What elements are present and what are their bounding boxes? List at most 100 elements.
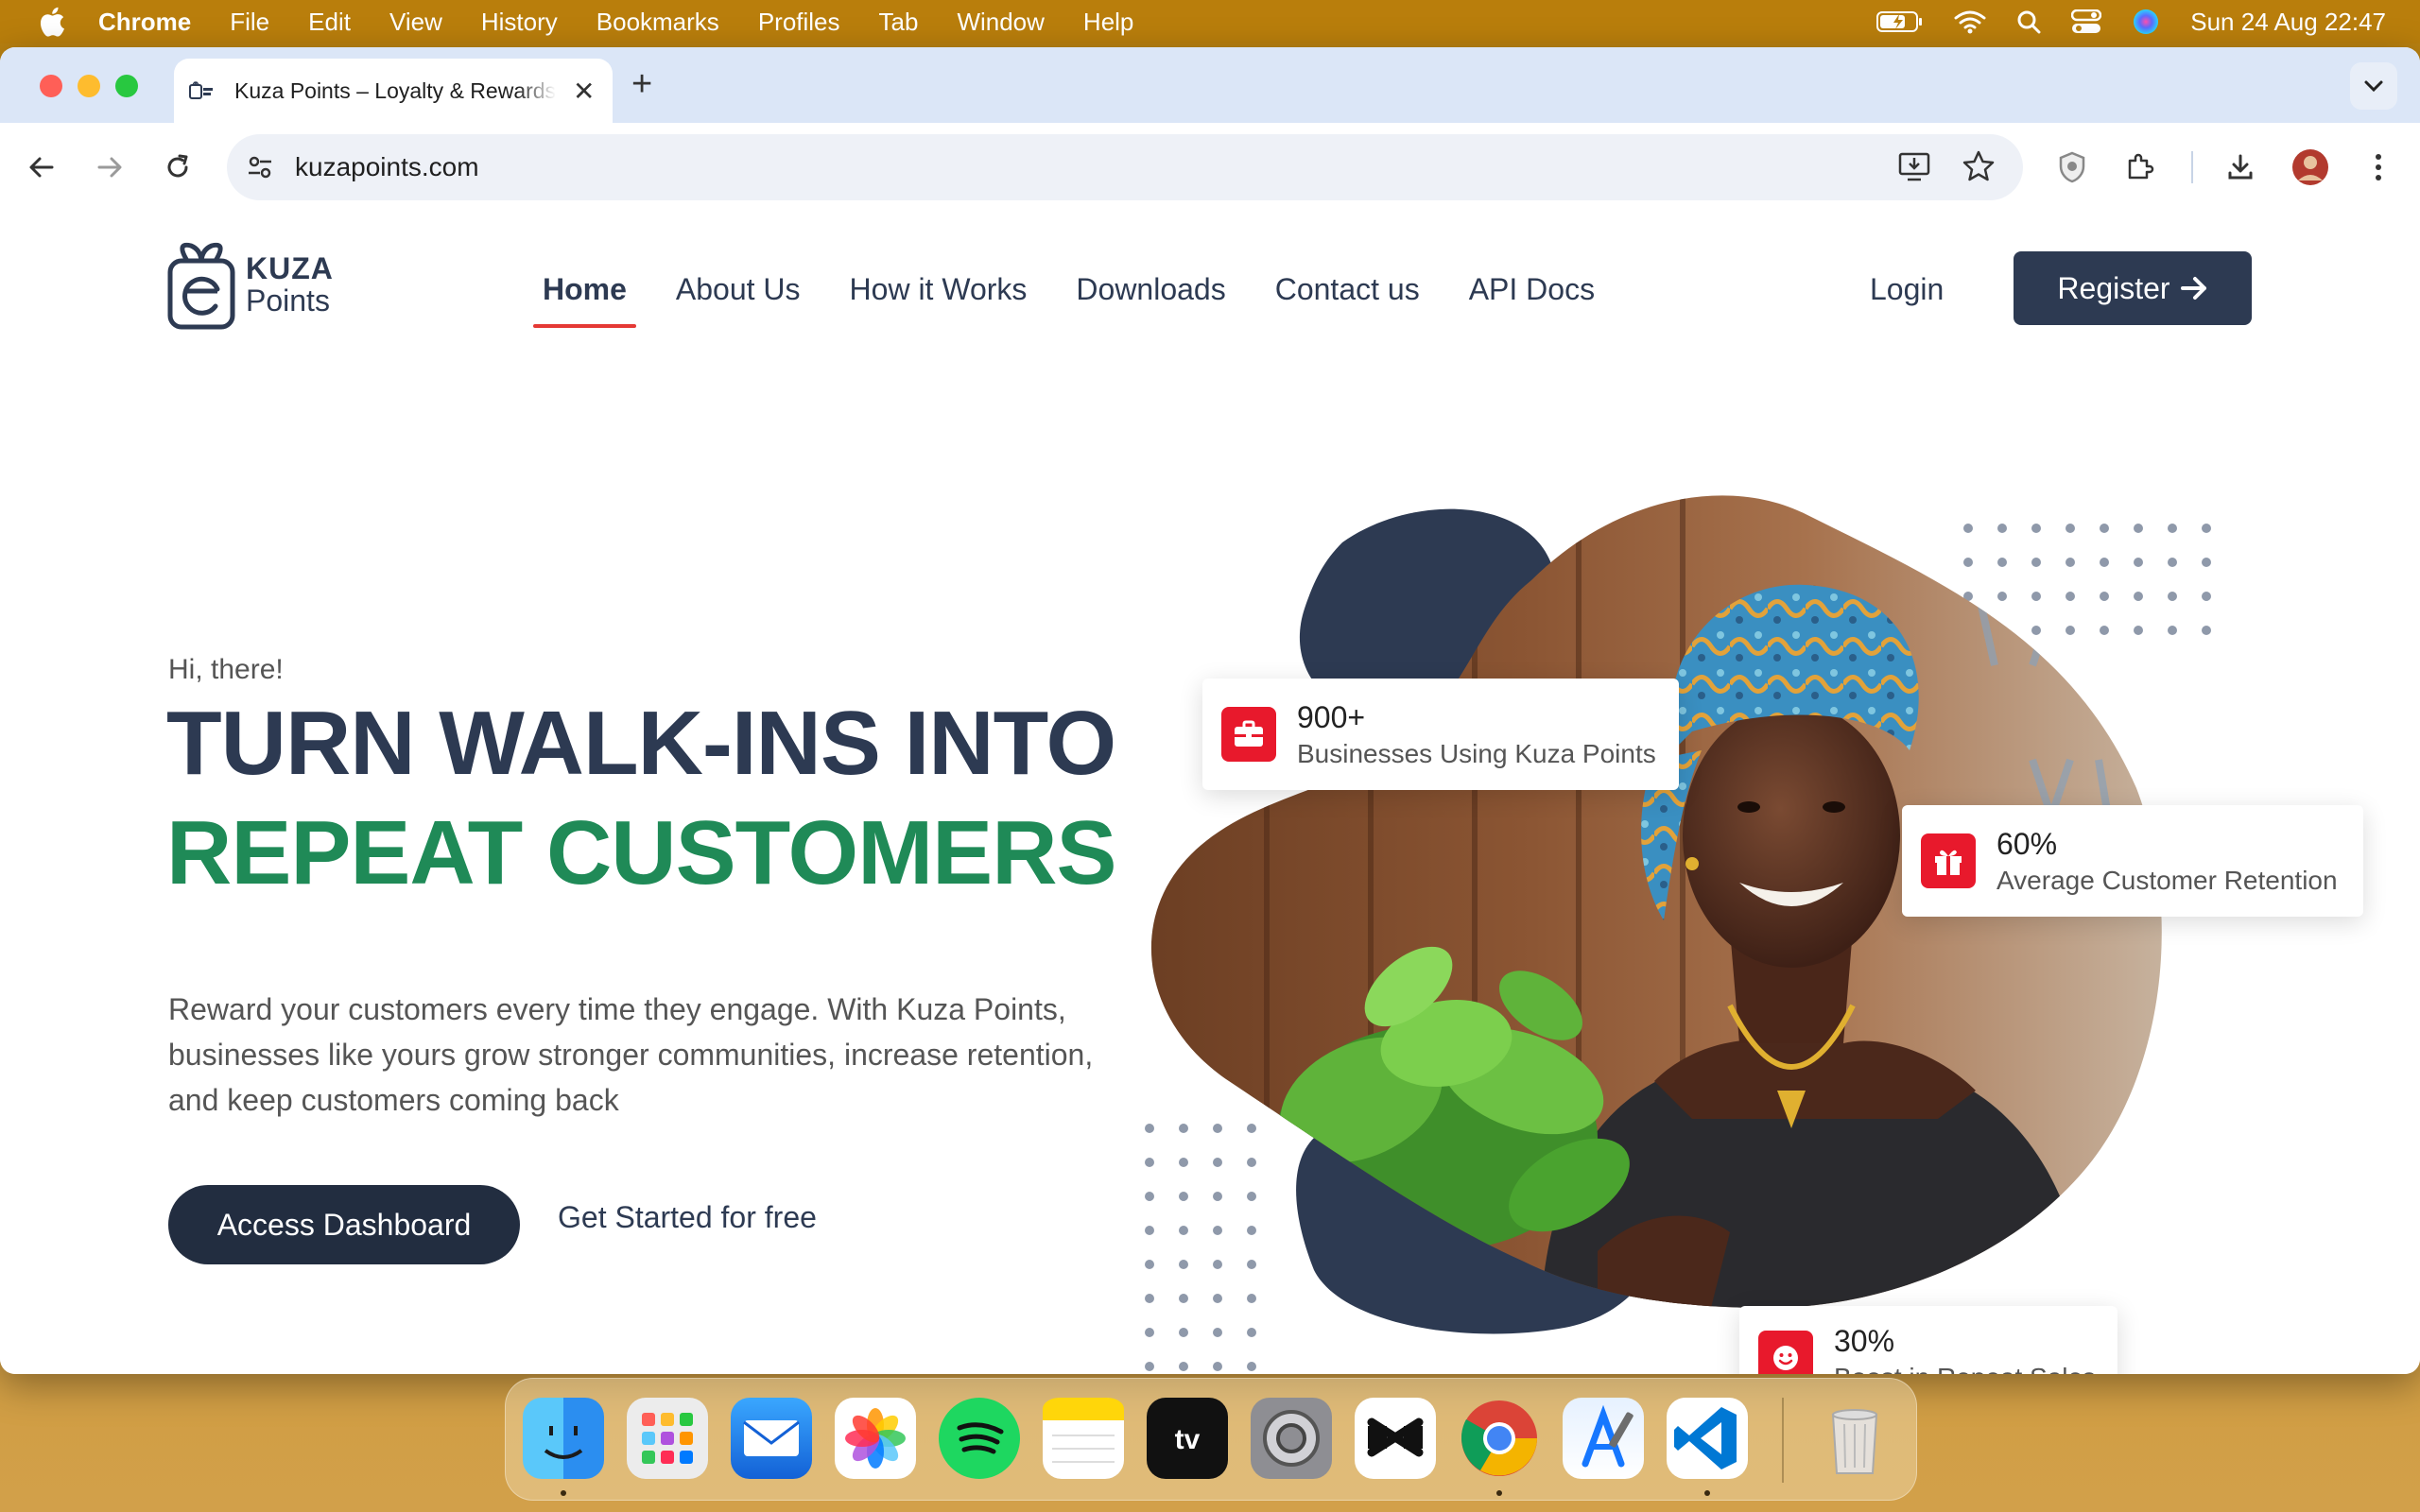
stat-label-retention: Average Customer Retention [1996, 865, 2338, 895]
headline-line-2: REPEAT CUSTOMERS [166, 802, 1117, 903]
menu-help[interactable]: Help [1083, 8, 1133, 37]
dock-finder-icon[interactable] [523, 1398, 604, 1479]
menu-bookmarks[interactable]: Bookmarks [596, 8, 719, 37]
menu-profiles[interactable]: Profiles [758, 8, 840, 37]
main-nav: Home About Us How it Works Downloads Con… [533, 272, 1595, 328]
extensions-button[interactable] [2121, 148, 2159, 186]
chrome-menu-button[interactable] [2360, 148, 2397, 186]
dock-system-settings-icon[interactable] [1251, 1398, 1332, 1479]
dock-running-indicator [1496, 1490, 1502, 1496]
dock-mail-icon[interactable] [731, 1398, 812, 1479]
stat-value-repeat-sales: 30% [1834, 1323, 1895, 1358]
hero-illustration [1145, 495, 2211, 1371]
stat-value-retention: 60% [1996, 826, 2058, 861]
dock-chrome-icon[interactable] [1459, 1398, 1540, 1479]
stat-label-repeat-sales: Boost in Repeat Sales [1834, 1363, 2096, 1375]
nav-contact-us[interactable]: Contact us [1275, 272, 1420, 307]
dock-spotify-icon[interactable] [939, 1398, 1020, 1479]
more-vertical-icon [2376, 154, 2381, 180]
apple-menu-icon[interactable] [36, 5, 66, 39]
new-tab-button[interactable]: + [631, 64, 652, 105]
dock-tv-icon[interactable]: tv [1147, 1398, 1228, 1479]
hero-headline: TURN WALK-INS INTO REPEAT CUSTOMERS [166, 689, 1117, 908]
dock-launchpad-icon[interactable] [627, 1398, 708, 1479]
register-button[interactable]: Register [2014, 251, 2252, 325]
spotlight-search-icon[interactable] [2016, 9, 2041, 34]
dock-capcut-icon[interactable] [1355, 1398, 1436, 1479]
menu-history[interactable]: History [481, 8, 558, 37]
fullscreen-window-button[interactable] [115, 75, 138, 97]
menu-edit[interactable]: Edit [308, 8, 351, 37]
hero-photo [1150, 495, 2162, 1308]
logo-text-points: Points [246, 284, 330, 318]
nav-about-us[interactable]: About Us [676, 272, 801, 307]
gift-logo-icon [167, 242, 235, 330]
dock-photos-icon[interactable] [835, 1398, 916, 1479]
arrow-left-icon [29, 157, 54, 178]
puzzle-icon [2128, 153, 2154, 180]
siri-icon[interactable] [2132, 8, 2160, 36]
stat-label-businesses: Businesses Using Kuza Points [1297, 738, 1656, 768]
kuza-logo[interactable]: KUZA Points [166, 240, 334, 331]
briefcase-icon [1221, 707, 1276, 762]
chevron-down-icon [2364, 80, 2383, 93]
hero-greeting: Hi, there! [168, 654, 284, 685]
menu-file[interactable]: File [230, 8, 269, 37]
forward-button[interactable] [91, 148, 129, 186]
downloads-button[interactable] [2221, 148, 2259, 186]
dock-trash-icon[interactable] [1814, 1398, 1895, 1479]
menu-view[interactable]: View [389, 8, 442, 37]
back-button[interactable] [23, 148, 60, 186]
wifi-icon[interactable] [1954, 9, 1986, 34]
stat-card-retention: 60% Average Customer Retention [1902, 805, 2363, 917]
shield-extension-button[interactable] [2053, 148, 2091, 186]
web-page: KUZA Points Home About Us How it Works D… [0, 212, 2420, 1374]
dot-grid-top-right [1963, 524, 2211, 635]
battery-icon[interactable] [1876, 9, 1924, 34]
install-app-icon[interactable] [1896, 148, 1932, 184]
menu-app-name[interactable]: Chrome [98, 8, 191, 37]
login-link[interactable]: Login [1870, 272, 1944, 307]
site-info-icon[interactable] [246, 153, 274, 181]
stat-value-businesses: 900+ [1297, 699, 1366, 734]
nav-how-it-works[interactable]: How it Works [850, 272, 1028, 307]
bookmark-star-icon[interactable] [1961, 148, 1996, 184]
hero-description: Reward your customers every time they en… [168, 992, 1094, 1117]
tab-kuza-points[interactable]: Kuza Points – Loyalty & Rewards ✕ [174, 59, 613, 123]
tab-title: Kuza Points – Loyalty & Rewards [234, 77, 556, 103]
dock-vscode-icon[interactable] [1667, 1398, 1748, 1479]
menu-datetime[interactable]: Sun 24 Aug 22:47 [2190, 8, 2386, 37]
minimize-window-button[interactable] [78, 75, 100, 97]
get-started-link[interactable]: Get Started for free [558, 1200, 817, 1235]
gift-icon [1921, 833, 1976, 888]
shield-icon [2059, 151, 2085, 183]
stat-card-repeat-sales: 30% Boost in Repeat Sales [1739, 1306, 2118, 1374]
menu-tab[interactable]: Tab [879, 8, 919, 37]
stat-card-businesses: 900+ Businesses Using Kuza Points [1202, 679, 1679, 790]
access-dashboard-button[interactable]: Access Dashboard [168, 1185, 520, 1264]
dock-notes-icon[interactable] [1043, 1398, 1124, 1479]
register-label: Register [2057, 270, 2170, 305]
address-bar[interactable]: kuzapoints.com [227, 134, 2023, 200]
control-center-icon[interactable] [2071, 9, 2102, 34]
dock-running-indicator [1704, 1490, 1710, 1496]
dock-xcode-icon[interactable] [1563, 1398, 1644, 1479]
profile-avatar-button[interactable] [2291, 148, 2329, 186]
reload-button[interactable] [159, 148, 197, 186]
arrow-right-icon [97, 157, 122, 178]
close-window-button[interactable] [40, 75, 62, 97]
download-icon [2228, 154, 2253, 180]
nav-api-docs[interactable]: API Docs [1469, 272, 1595, 307]
tab-strip: Kuza Points – Loyalty & Rewards ✕ + [0, 47, 2420, 123]
chrome-window: Kuza Points – Loyalty & Rewards ✕ + kuza… [0, 47, 2420, 1374]
macos-menu-bar: Chrome File Edit View History Bookmarks … [0, 0, 2420, 43]
reload-icon [167, 154, 188, 178]
svg-text:tv: tv [1175, 1424, 1201, 1455]
menu-window[interactable]: Window [957, 8, 1044, 37]
tab-search-button[interactable] [2350, 62, 2397, 110]
nav-downloads[interactable]: Downloads [1076, 272, 1225, 307]
url-text[interactable]: kuzapoints.com [295, 152, 479, 182]
logo-text-kuza: KUZA [246, 251, 334, 286]
nav-home[interactable]: Home [533, 272, 636, 328]
tab-close-icon[interactable]: ✕ [573, 76, 595, 107]
